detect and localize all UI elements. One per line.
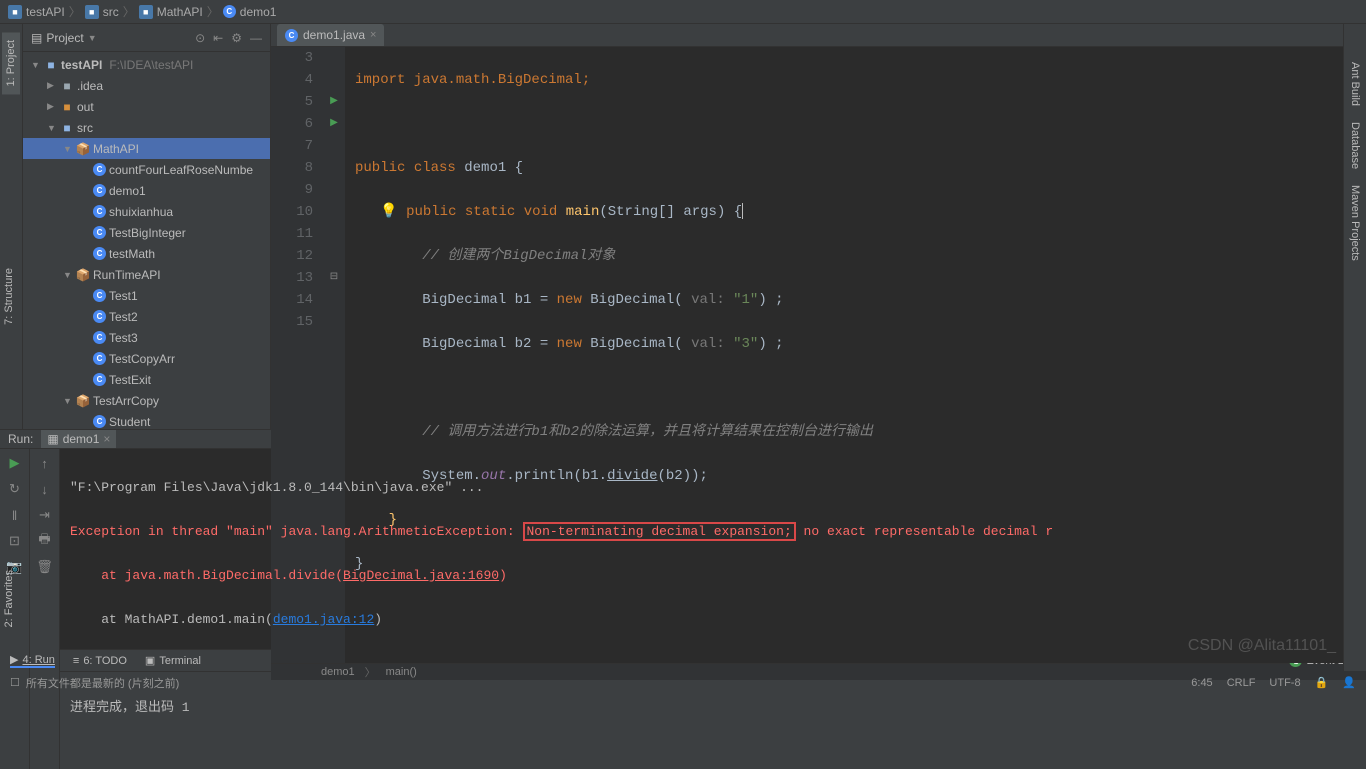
package-icon: 📦 (76, 142, 90, 156)
folder-icon: ■ (8, 5, 22, 19)
highlighted-error: Non-terminating decimal expansion; (523, 522, 796, 541)
project-tab[interactable]: 1: Project (2, 32, 20, 94)
project-tree[interactable]: ▼■testAPIF:\IDEA\testAPI ▶■.idea ▶■out ▼… (23, 52, 270, 429)
class-icon: C (93, 310, 106, 323)
app-icon: ▦ (47, 432, 58, 446)
tree-file[interactable]: CTestCopyArr (23, 348, 270, 369)
package-icon: 📦 (76, 268, 90, 282)
editor-tab[interactable]: C demo1.java × (277, 24, 384, 46)
favorites-tab[interactable]: 2: Favorites (0, 562, 18, 635)
project-view-icon: ▤ (31, 31, 42, 45)
stop-icon[interactable]: ↻ (7, 481, 23, 497)
editor-tabs-bar: C demo1.java × (271, 24, 1366, 47)
chevron-right-icon: 〉 (69, 3, 81, 20)
close-icon[interactable]: × (103, 432, 110, 446)
tab-label: demo1.java (303, 28, 365, 42)
run-tab[interactable]: ▦ demo1 × (41, 430, 116, 448)
tree-file[interactable]: Cshuixianhua (23, 201, 270, 222)
ant-build-tab[interactable]: Ant Build (1346, 54, 1364, 114)
project-header-label[interactable]: Project (46, 31, 83, 45)
gear-icon[interactable]: ⚙ (231, 31, 242, 45)
folder-icon: ■ (60, 100, 74, 114)
run-label: Run: (8, 432, 33, 446)
chevron-down-icon[interactable]: ▼ (88, 33, 97, 43)
breadcrumb-item[interactable]: ■src (85, 5, 119, 19)
project-panel-header: ▤ Project ▼ ⊙ ⇤ ⚙ — (23, 24, 270, 52)
run-toolbar-right: ↑ ↓ ⇥ 🖶 🗑 (30, 449, 60, 769)
maven-tab[interactable]: Maven Projects (1346, 177, 1364, 269)
tree-folder-src[interactable]: ▼■src (23, 117, 270, 138)
pause-icon[interactable]: ‖ (7, 507, 23, 523)
run-tool-tab[interactable]: ▶4: Run (10, 653, 55, 668)
tree-file[interactable]: CcountFourLeafRoseNumbe (23, 159, 270, 180)
breadcrumb-item[interactable]: ■MathAPI (139, 5, 203, 19)
tree-folder[interactable]: ▶■.idea (23, 75, 270, 96)
editor-area: C demo1.java × 3456789101112131415 ▶ ▶ ⊟… (271, 24, 1366, 429)
run-icon: ▶ (10, 653, 18, 666)
chevron-right-icon: 〉 (207, 3, 219, 20)
stack-link[interactable]: demo1.java:12 (273, 612, 374, 627)
status-icon: ☐ (10, 676, 20, 689)
source-folder-icon: ■ (60, 121, 74, 135)
clear-icon[interactable]: 🗑 (37, 559, 53, 575)
fold-icon[interactable]: ⊟ (323, 267, 345, 289)
tree-file[interactable]: Cdemo1 (23, 180, 270, 201)
tree-folder[interactable]: ▶■out (23, 96, 270, 117)
tree-file[interactable]: CTest3 (23, 327, 270, 348)
package-icon: 📦 (76, 394, 90, 408)
exit-icon[interactable]: ⊡ (7, 533, 23, 549)
run-panel: Run: ▦ demo1 × ⚙ — ▶ ↻ ‖ ⊡ 📷 ↑ ↓ ⇥ 🖶 🗑 "… (0, 429, 1366, 649)
tree-package[interactable]: ▼📦RunTimeAPI (23, 264, 270, 285)
tree-package[interactable]: ▼📦TestArrCopy (23, 390, 270, 411)
tree-file[interactable]: CStudent (23, 411, 270, 429)
class-icon: C (93, 352, 106, 365)
up-icon[interactable]: ↑ (37, 455, 53, 471)
breadcrumb-item[interactable]: ■testAPI (8, 5, 65, 19)
project-panel: ▤ Project ▼ ⊙ ⇤ ⚙ — ▼■testAPIF:\IDEA\tes… (23, 24, 271, 429)
breadcrumb-bar: ■testAPI 〉 ■src 〉 ■MathAPI 〉 Cdemo1 (0, 0, 1366, 24)
down-icon[interactable]: ↓ (37, 481, 53, 497)
folder-icon: ■ (60, 79, 74, 93)
collapse-icon[interactable]: ⇤ (213, 31, 223, 45)
wrap-icon[interactable]: ⇥ (37, 507, 53, 523)
breadcrumb-item[interactable]: Cdemo1 (223, 5, 277, 19)
run-gutter-icon[interactable]: ▶ (323, 91, 345, 113)
run-icon[interactable]: ▶ (7, 455, 23, 471)
class-icon: C (93, 289, 106, 302)
package-icon: ■ (139, 5, 153, 19)
class-icon: C (93, 373, 106, 386)
close-icon[interactable]: × (370, 29, 376, 41)
tree-file[interactable]: CTest2 (23, 306, 270, 327)
class-icon: C (93, 415, 106, 428)
tree-package[interactable]: ▼📦MathAPI (23, 138, 270, 159)
class-icon: C (285, 29, 298, 42)
class-icon: C (93, 205, 106, 218)
print-icon[interactable]: 🖶 (37, 533, 53, 549)
folder-icon: ■ (85, 5, 99, 19)
tree-file[interactable]: CTestExit (23, 369, 270, 390)
tree-file[interactable]: CTest1 (23, 285, 270, 306)
class-icon: C (93, 247, 106, 260)
class-icon: C (93, 184, 106, 197)
module-icon: ■ (44, 58, 58, 72)
class-icon: C (93, 226, 106, 239)
tree-file[interactable]: CtestMath (23, 243, 270, 264)
run-gutter-icon[interactable]: ▶ (323, 113, 345, 135)
left-tool-stripe: 1: Project (0, 24, 23, 429)
tree-file[interactable]: CTestBigInteger (23, 222, 270, 243)
structure-tab[interactable]: 7: Structure (0, 260, 23, 333)
class-icon: C (223, 5, 236, 18)
hide-icon[interactable]: — (250, 31, 262, 45)
database-tab[interactable]: Database (1346, 114, 1364, 177)
class-icon: C (93, 331, 106, 344)
stack-link[interactable]: BigDecimal.java:1690 (343, 568, 499, 583)
chevron-right-icon: 〉 (123, 3, 135, 20)
tree-root[interactable]: ▼■testAPIF:\IDEA\testAPI (23, 54, 270, 75)
intention-bulb-icon[interactable]: 💡 (380, 204, 397, 220)
target-icon[interactable]: ⊙ (195, 31, 205, 45)
console-output[interactable]: "F:\Program Files\Java\jdk1.8.0_144\bin\… (60, 449, 1366, 769)
class-icon: C (93, 163, 106, 176)
